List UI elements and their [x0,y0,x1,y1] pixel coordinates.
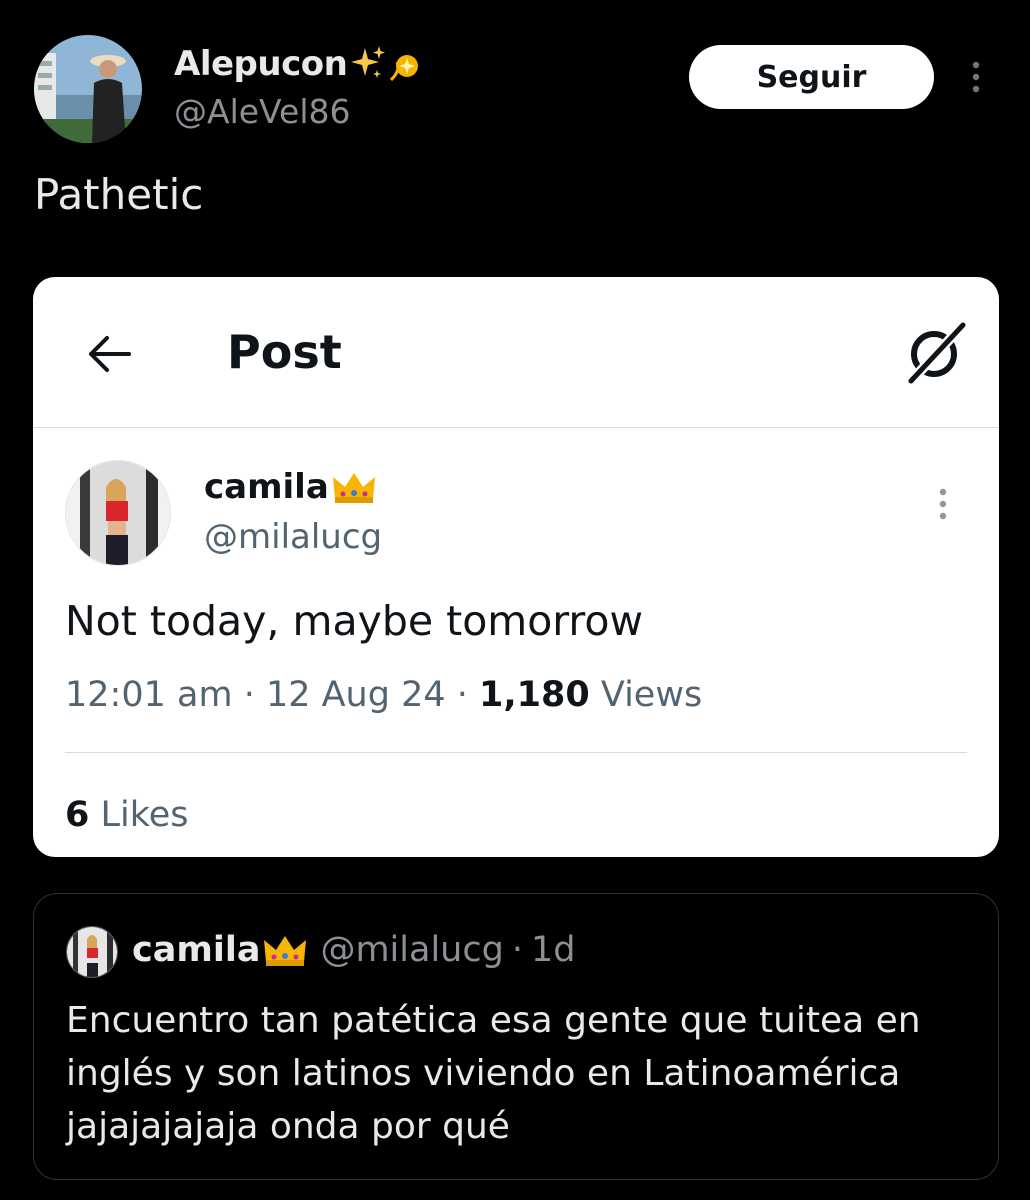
tweet-view: Alepucon @AleVel86 Seguir Pathetic Post … [0,0,1030,1200]
likes-count: 6 [65,795,90,835]
crown-icon [262,932,308,968]
meta-separator: · [243,675,266,715]
embedded-post-text: Not today, maybe tomorrow [65,597,644,645]
follow-button[interactable]: Seguir [689,45,934,109]
quoted-author-name: camila [132,930,261,970]
post-time: 12:01 am [65,675,233,715]
camila-avatar [65,460,171,566]
meta-separator: · [456,675,480,715]
tweet-text: Pathetic [34,170,204,219]
quoted-text: Encuentro tan patética esa gente que tui… [66,1000,921,1147]
crown-icon [331,469,377,505]
camila-handle: @milalucg [204,517,383,557]
quoted-tweet[interactable]: camila @milalucg · 1d Encuentro tan paté… [33,893,999,1180]
grok-icon [901,321,967,387]
divider [33,427,999,428]
author-handle[interactable]: @AleVel86 [174,92,351,131]
more-options-icon[interactable] [966,58,986,98]
sparkles-icon [351,44,427,84]
author-name-text: Alepucon [174,44,348,84]
author-avatar[interactable] [34,35,142,143]
camila-name: camila [204,467,377,507]
author-display-name[interactable]: Alepucon [174,44,427,84]
quoted-header: camila @milalucg · 1d [132,930,575,970]
divider [65,752,967,753]
views-count: 1,180 [479,675,590,715]
views-label: Views [600,675,703,715]
quoted-age: 1d [530,930,576,970]
quoted-author-handle: @milalucg [320,930,504,970]
back-arrow-icon [85,334,135,374]
likes-summary: 6 Likes [65,795,189,835]
post-meta: 12:01 am · 12 Aug 24 · 1,180 Views [65,675,702,715]
quoted-separator: · [511,930,523,970]
post-date: 12 Aug 24 [265,675,446,715]
quoted-author-avatar [66,926,118,978]
embedded-post-card: Post camila @milalucg Not today, maybe t… [33,277,999,857]
likes-label: Likes [100,795,189,835]
camila-name-text: camila [204,467,329,507]
more-options-icon [933,485,953,525]
post-header-title: Post [227,325,342,379]
